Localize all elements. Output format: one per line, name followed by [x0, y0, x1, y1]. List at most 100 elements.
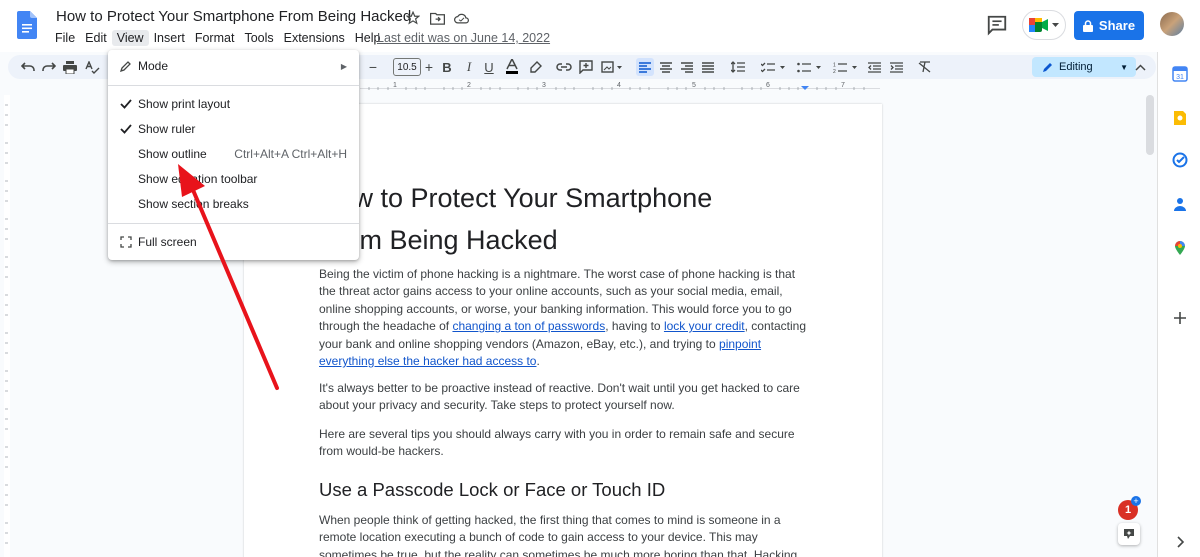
maps-icon[interactable] — [1172, 240, 1188, 256]
insert-image-icon[interactable] — [600, 58, 624, 76]
line-spacing-icon[interactable] — [730, 58, 746, 76]
keep-icon[interactable] — [1172, 110, 1188, 126]
menu-insert[interactable]: Insert — [149, 30, 190, 46]
menu-edit[interactable]: Edit — [80, 30, 112, 46]
print-icon[interactable] — [62, 58, 78, 76]
add-comment-icon[interactable] — [578, 58, 594, 76]
tasks-icon[interactable] — [1172, 152, 1188, 168]
docs-logo-icon[interactable] — [17, 11, 37, 39]
view-menu-print-layout[interactable]: Show print layout — [108, 93, 359, 115]
link-icon[interactable] — [556, 58, 572, 76]
section-heading: Use a Passcode Lock or Face or Touch ID — [319, 479, 666, 500]
document-title[interactable]: How to Protect Your Smartphone From Bein… — [56, 8, 411, 25]
redo-icon[interactable] — [41, 58, 57, 76]
meet-button[interactable] — [1022, 10, 1066, 40]
move-folder-icon[interactable] — [428, 9, 446, 27]
menu-item-label: Show section breaks — [138, 197, 249, 211]
menu-tools[interactable]: Tools — [239, 30, 278, 46]
italic-icon[interactable]: I — [462, 58, 476, 76]
check-icon — [118, 121, 134, 137]
svg-text:31: 31 — [1176, 74, 1184, 81]
underline-icon[interactable]: U — [482, 58, 496, 76]
checklist-icon[interactable] — [760, 58, 788, 76]
share-button[interactable]: Share — [1074, 11, 1144, 40]
align-left-icon[interactable] — [636, 58, 654, 76]
share-label: Share — [1098, 18, 1136, 33]
ruler-number: 4 — [617, 82, 621, 89]
undo-icon[interactable] — [20, 58, 36, 76]
highlight-icon[interactable] — [528, 58, 542, 76]
paragraph-4: When people think of getting hacked, the… — [319, 513, 798, 557]
text-color-icon[interactable] — [505, 58, 519, 76]
last-edit-link[interactable]: Last edit was on June 14, 2022 — [377, 31, 550, 45]
explore-button[interactable] — [1118, 523, 1140, 545]
vertical-ruler[interactable] — [0, 95, 12, 557]
menu-bar: File Edit View Insert Format Tools Exten… — [50, 30, 386, 46]
menu-file[interactable]: File — [50, 30, 80, 46]
doc-title-line-1: How to Protect Your Smartphone — [319, 183, 713, 213]
align-center-icon[interactable] — [658, 58, 674, 76]
pencil-icon — [1043, 62, 1052, 72]
decrease-font-icon[interactable]: − — [368, 58, 378, 76]
submenu-arrow-icon: ▶ — [340, 61, 347, 71]
editing-mode-label: Editing — [1059, 61, 1093, 73]
ruler-number: 3 — [542, 82, 546, 89]
spellcheck-icon[interactable] — [84, 58, 100, 76]
explore-icon — [1124, 529, 1134, 539]
increase-indent-icon[interactable] — [888, 58, 904, 76]
paragraph-text: . — [536, 354, 540, 369]
align-right-icon[interactable] — [679, 58, 695, 76]
menu-extensions[interactable]: Extensions — [279, 30, 350, 46]
bold-icon[interactable]: B — [440, 58, 454, 76]
doc-title-line-2: From Being Hacked — [319, 225, 558, 255]
contacts-icon[interactable] — [1172, 196, 1188, 212]
clear-formatting-icon[interactable] — [916, 58, 932, 76]
view-menu-full-screen[interactable]: Full screen — [108, 231, 359, 253]
chevron-down-icon: ▼ — [1120, 62, 1128, 72]
chevron-right-icon[interactable] — [1172, 534, 1188, 550]
ruler-number: 2 — [467, 82, 471, 89]
menu-item-label: Show equation toolbar — [138, 172, 258, 186]
collapse-menus-icon[interactable] — [1132, 58, 1148, 76]
fullscreen-icon — [118, 234, 134, 250]
numbered-list-icon[interactable]: 12 — [832, 58, 860, 76]
decrease-indent-icon[interactable] — [866, 58, 882, 76]
add-icon[interactable] — [1172, 310, 1188, 326]
view-menu-section-breaks[interactable]: Show section breaks — [108, 193, 359, 215]
menu-format[interactable]: Format — [190, 30, 240, 46]
menu-divider — [108, 85, 359, 86]
menu-view[interactable]: View — [111, 30, 149, 46]
account-avatar[interactable] — [1160, 12, 1184, 36]
vertical-scrollbar[interactable] — [1146, 95, 1154, 155]
meet-icon — [1029, 18, 1048, 32]
cloud-saved-icon[interactable] — [452, 9, 470, 27]
menu-item-label: Full screen — [138, 235, 197, 249]
menu-item-label: Show outline — [138, 147, 207, 161]
link-lock-credit[interactable]: lock your credit — [664, 319, 745, 333]
mode-label: Mode — [138, 59, 169, 73]
lock-icon — [1082, 19, 1093, 32]
chevron-down-icon — [1052, 22, 1059, 27]
add-badge-icon: + — [1131, 496, 1141, 506]
view-menu-equation-toolbar[interactable]: Show equation toolbar — [108, 168, 359, 190]
horizontal-ruler[interactable]: 1 2 3 4 5 6 7 — [360, 82, 880, 94]
menu-divider — [108, 223, 359, 224]
increase-font-icon[interactable]: + — [424, 58, 434, 76]
view-menu-ruler[interactable]: Show ruler — [108, 118, 359, 140]
font-size-input[interactable]: 10.5 — [393, 58, 421, 76]
bulleted-list-icon[interactable] — [796, 58, 824, 76]
svg-text:1: 1 — [833, 62, 836, 68]
menu-item-label: Show print layout — [138, 97, 231, 111]
link-changing-passwords[interactable]: changing a ton of passwords — [452, 319, 605, 333]
view-menu-dropdown: Mode ▶ Show print layout Show ruler Show… — [108, 50, 359, 260]
justify-icon[interactable] — [700, 58, 716, 76]
view-menu-outline[interactable]: Show outline Ctrl+Alt+A Ctrl+Alt+H — [108, 143, 359, 165]
svg-text:2: 2 — [833, 69, 836, 73]
app-header: How to Protect Your Smartphone From Bein… — [0, 0, 1200, 52]
star-icon[interactable] — [404, 9, 422, 27]
editing-mode-select[interactable]: Editing ▼ — [1032, 57, 1136, 77]
view-menu-mode[interactable]: Mode ▶ — [108, 55, 359, 77]
calendar-icon[interactable]: 31 — [1172, 66, 1188, 82]
comment-history-icon[interactable] — [986, 14, 1008, 36]
paragraph-2: It's always better to be proactive inste… — [319, 381, 800, 413]
